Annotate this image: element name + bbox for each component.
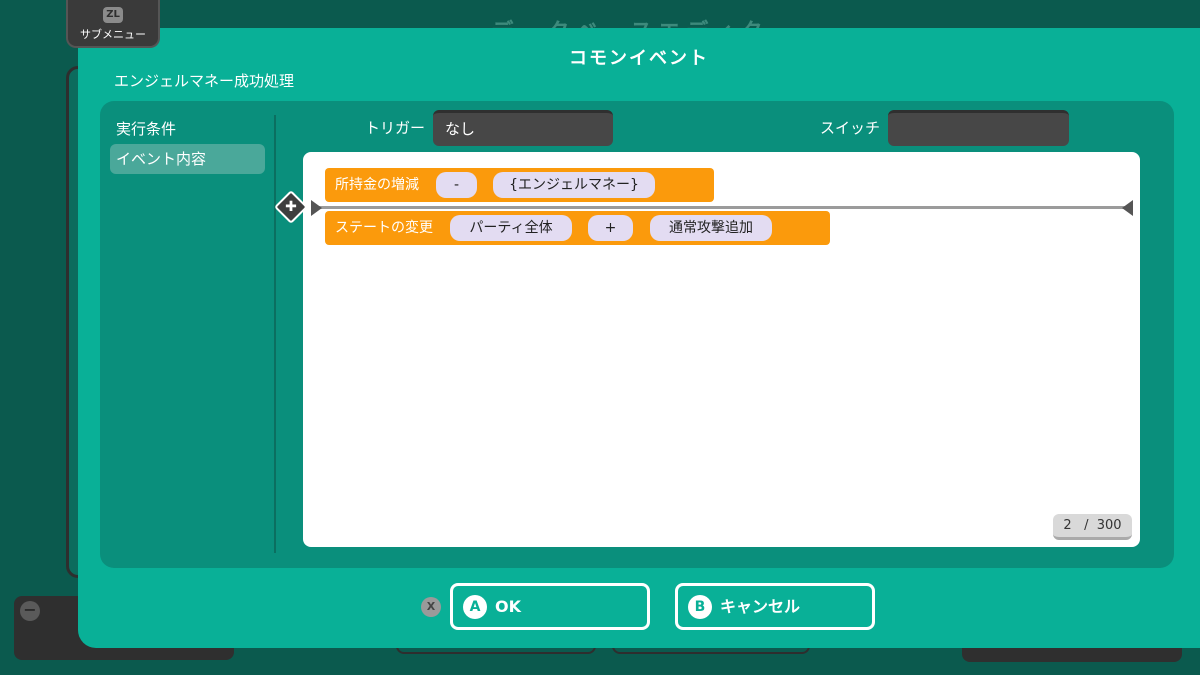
- event-command-list[interactable]: 所持金の増減 - {エンジェルマネー} ステートの変更 パーティ全体 + 通常攻…: [303, 152, 1140, 547]
- zl-key-icon: ZL: [103, 7, 123, 23]
- command-param[interactable]: 通常攻撃追加: [650, 215, 772, 241]
- switch-field[interactable]: [888, 110, 1069, 146]
- event-name: エンジェルマネー成功処理: [114, 72, 295, 90]
- x-key-icon: X: [421, 597, 441, 617]
- command-row-state-change[interactable]: ステートの変更 パーティ全体 + 通常攻撃追加: [325, 211, 830, 245]
- trigger-label: トリガー: [365, 119, 426, 137]
- switch-label: スイッチ: [820, 119, 881, 137]
- sidebar-divider: [274, 115, 276, 553]
- command-row-gold-change[interactable]: 所持金の増減 - {エンジェルマネー}: [325, 168, 714, 202]
- b-key-icon: B: [688, 595, 712, 619]
- common-event-dialog: コモンイベント エンジェルマネー成功処理 実行条件 イベント内容 トリガー なし…: [78, 28, 1200, 648]
- sidebar-item-conditions[interactable]: 実行条件: [110, 114, 265, 144]
- command-param[interactable]: +: [588, 215, 633, 241]
- command-param[interactable]: -: [436, 172, 477, 198]
- counter-separator: /: [1075, 518, 1093, 533]
- command-param[interactable]: {エンジェルマネー}: [493, 172, 655, 198]
- submenu-label: サブメニュー: [80, 28, 146, 41]
- insert-cursor-line: [319, 206, 1125, 209]
- ok-button[interactable]: A OK: [450, 583, 650, 630]
- command-counter: 2 / 300: [1053, 514, 1132, 540]
- cancel-label: キャンセル: [720, 597, 801, 616]
- command-label: ステートの変更: [335, 220, 433, 236]
- sidebar-item-event-content[interactable]: イベント内容: [110, 144, 265, 174]
- command-label: 所持金の増減: [335, 177, 419, 193]
- cursor-left-arrow-icon: [1122, 200, 1133, 216]
- command-max: 300: [1096, 518, 1122, 533]
- trigger-field[interactable]: なし: [433, 110, 613, 146]
- minus-icon: −: [20, 601, 40, 621]
- dialog-title: コモンイベント: [569, 48, 709, 69]
- event-editor-panel: 実行条件 イベント内容 トリガー なし スイッチ 所持金の増減 - {エンジェル…: [100, 101, 1174, 568]
- ok-label: OK: [495, 597, 521, 616]
- command-count: 2: [1063, 518, 1072, 533]
- submenu-button[interactable]: ZL サブメニュー: [66, 0, 160, 48]
- a-key-icon: A: [463, 595, 487, 619]
- cancel-button[interactable]: B キャンセル: [675, 583, 875, 630]
- command-param[interactable]: パーティ全体: [450, 215, 572, 241]
- cursor-right-arrow-icon: [311, 200, 322, 216]
